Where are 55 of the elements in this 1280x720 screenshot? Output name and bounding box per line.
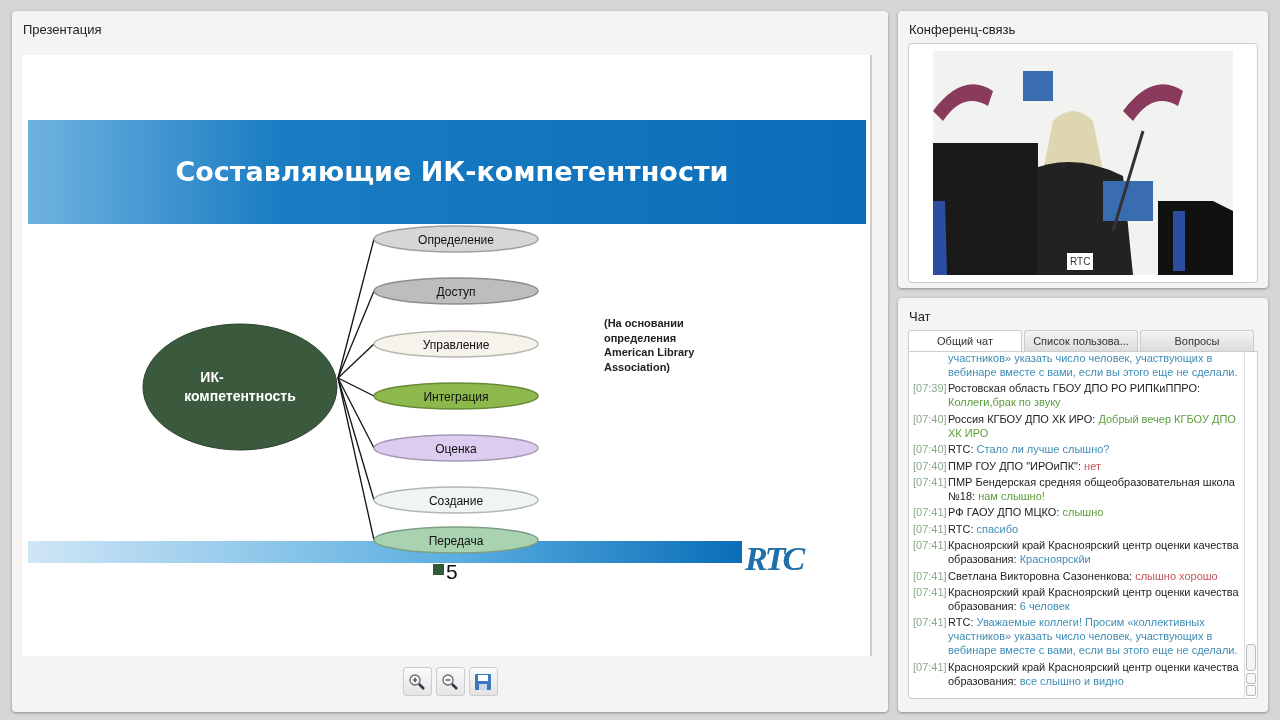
chat-message: RTC: спасибо: [948, 521, 1020, 536]
message-time: [07:41]: [913, 505, 948, 520]
panel-title: Конференц-связь: [908, 21, 1017, 39]
chat-tab[interactable]: Общий чат: [908, 330, 1022, 351]
chat-message: Красноярский край Красноярский центр оценки качества образования: все слышно и видно: [948, 659, 1240, 688]
message-time: [07:40]: [913, 442, 948, 457]
node-label: Оценка: [435, 442, 477, 456]
bullet-square: [433, 564, 444, 575]
chat-message: Красноярский край Красноярский центр оценки качества образования: 6 человек: [948, 584, 1240, 613]
chat-message: ПМР Бендерская средняя общеобразовательная школа №18: нам слышно!: [948, 474, 1236, 503]
zoom-in-button[interactable]: [402, 667, 432, 696]
message-time: [07:41]: [913, 521, 948, 536]
node-label: Управление: [422, 338, 490, 352]
scroll-thumb[interactable]: [1246, 644, 1256, 671]
note-text: (На основании определения American Library Association): [604, 317, 695, 373]
chat-message: RTC: Стало ли лучше слышно?: [948, 442, 1111, 457]
save-button[interactable]: [468, 667, 498, 696]
message-time: [07:41]: [913, 615, 948, 631]
save-icon: [474, 672, 492, 691]
message-time: [07:39]: [913, 381, 948, 397]
center-label: ИК- компетентность: [184, 369, 296, 404]
chat-message: Россия КГБОУ ДПО ХК ИРО: Добрый вечер КГБОУ ДПО ХК ИРО: [948, 411, 1237, 440]
chat-message: RTC: Уважаемые коллеги! Просим «коллективных участников» указать число человек, участвующих в вебинаре вместе с вами, если вы этого еще не сделали.: [948, 615, 1239, 658]
scroll-down-button[interactable]: [1246, 685, 1256, 696]
message-time: [07:40]: [913, 411, 948, 427]
message-time: [07:41]: [913, 568, 948, 583]
chat-tab[interactable]: Список пользова...: [1024, 330, 1138, 351]
logo: RTC: [745, 540, 803, 577]
node-label: Передача: [428, 534, 484, 548]
chat-message: участников» указать число человек, участвующих в вебинаре вместе с вами, если вы этого еще не сделали.: [948, 352, 1239, 379]
chat-tab[interactable]: Вопросы: [1140, 330, 1254, 351]
message-time: [07:41]: [913, 538, 948, 554]
zoom-out-button[interactable]: [435, 667, 465, 696]
panel-title: Чат: [908, 308, 932, 326]
node-label: Доступ: [436, 285, 476, 299]
node-label: Интеграция: [423, 390, 489, 404]
message-time: [07:41]: [913, 659, 948, 675]
zoom-out-icon: [441, 672, 459, 691]
video-caption: RTC: [1067, 253, 1094, 270]
panel-title: Презентация: [22, 21, 103, 39]
message-time: [07:41]: [913, 474, 948, 490]
message-time: [07:41]: [913, 584, 948, 600]
chat-message: Ростовская область ГБОУ ДПО РО РИПКиППРО: Коллеги,брак по звуку: [948, 381, 1201, 410]
chat-message: РФ ГАОУ ДПО МЦКО: слышно: [948, 505, 1105, 520]
chat-message: Светлана Викторовна Сазоненкова: слышно хорошо: [948, 568, 1219, 583]
page-number: 5: [446, 560, 458, 583]
scroll-up-button[interactable]: [1246, 673, 1256, 684]
chat-message: ПМР ГОУ ДПО "ИРОиПК": нет: [948, 458, 1102, 473]
zoom-in-icon: [408, 672, 426, 691]
node-label: Определение: [418, 233, 494, 247]
node-label: Создание: [428, 494, 484, 508]
chat-message: Красноярский край Красноярский центр оценки качества образования: Красноярскйи: [948, 538, 1240, 567]
message-time: [07:40]: [913, 458, 948, 473]
slide-title: Составляющие ИК-компетентности: [175, 156, 729, 187]
scrollbar[interactable]: [1244, 352, 1257, 698]
